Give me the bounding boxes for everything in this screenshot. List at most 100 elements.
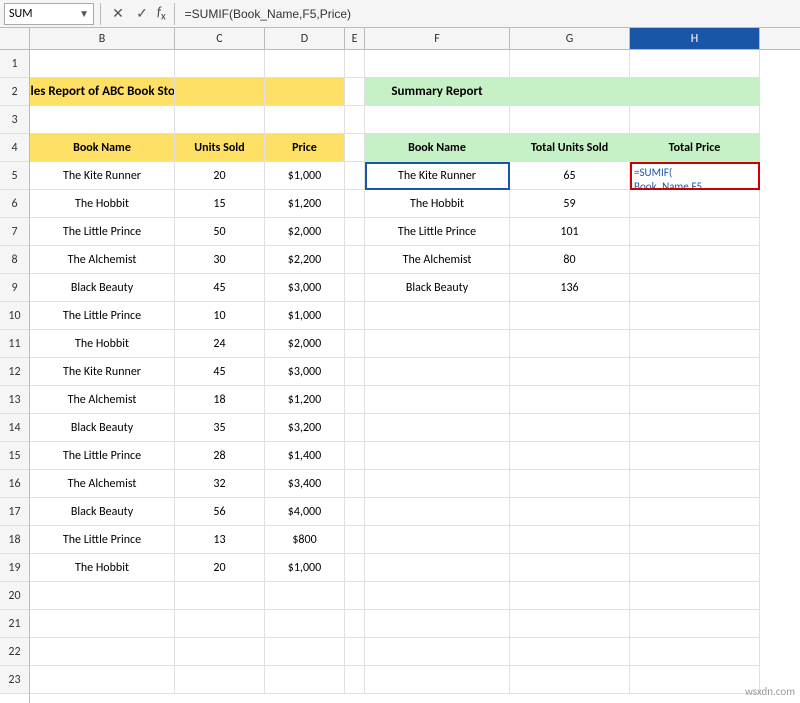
cell-e18[interactable] — [345, 526, 365, 554]
cell-g7[interactable]: 101 — [510, 218, 630, 246]
cell-b8[interactable]: The Alchemist — [30, 246, 175, 274]
cell-c13[interactable]: 18 — [175, 386, 265, 414]
cell-c15[interactable]: 28 — [175, 442, 265, 470]
cell-c7[interactable]: 50 — [175, 218, 265, 246]
cell-f17[interactable] — [365, 498, 510, 526]
cell-e21[interactable] — [345, 610, 365, 638]
cell-b9[interactable]: Black Beauty — [30, 274, 175, 302]
cell-c2-title[interactable] — [175, 78, 265, 106]
cell-h8[interactable] — [630, 246, 760, 274]
cell-b11[interactable]: The Hobbit — [30, 330, 175, 358]
cell-d9[interactable]: $3,000 — [265, 274, 345, 302]
cell-c23[interactable] — [175, 666, 265, 694]
cell-f6[interactable]: The Hobbit — [365, 190, 510, 218]
cell-b1[interactable] — [30, 50, 175, 78]
cell-e20[interactable] — [345, 582, 365, 610]
cell-f21[interactable] — [365, 610, 510, 638]
cell-d14[interactable]: $3,200 — [265, 414, 345, 442]
cell-b16[interactable]: The Alchemist — [30, 470, 175, 498]
cell-e13[interactable] — [345, 386, 365, 414]
cell-c9[interactable]: 45 — [175, 274, 265, 302]
cell-g15[interactable] — [510, 442, 630, 470]
cell-e15[interactable] — [345, 442, 365, 470]
cell-d21[interactable] — [265, 610, 345, 638]
cell-h22[interactable] — [630, 638, 760, 666]
cell-d23[interactable] — [265, 666, 345, 694]
cell-h7[interactable] — [630, 218, 760, 246]
cell-d2-title[interactable] — [265, 78, 345, 106]
cell-e9[interactable] — [345, 274, 365, 302]
cell-h12[interactable] — [630, 358, 760, 386]
cell-g14[interactable] — [510, 414, 630, 442]
cell-c20[interactable] — [175, 582, 265, 610]
cell-h18[interactable] — [630, 526, 760, 554]
cell-g3[interactable] — [510, 106, 630, 134]
cell-d19[interactable]: $1,000 — [265, 554, 345, 582]
cell-c21[interactable] — [175, 610, 265, 638]
cell-b23[interactable] — [30, 666, 175, 694]
cell-g11[interactable] — [510, 330, 630, 358]
cell-c10[interactable]: 10 — [175, 302, 265, 330]
cell-d12[interactable]: $3,000 — [265, 358, 345, 386]
cell-b20[interactable] — [30, 582, 175, 610]
cell-b19[interactable]: The Hobbit — [30, 554, 175, 582]
cell-e19[interactable] — [345, 554, 365, 582]
cell-f7[interactable]: The Little Prince — [365, 218, 510, 246]
cell-f4-header[interactable]: Book Name — [365, 134, 510, 162]
cell-d8[interactable]: $2,200 — [265, 246, 345, 274]
cell-e5[interactable] — [345, 162, 365, 190]
cell-h4-header[interactable]: Total Price — [630, 134, 760, 162]
cell-c4-header[interactable]: Units Sold — [175, 134, 265, 162]
cell-e10[interactable] — [345, 302, 365, 330]
cell-g19[interactable] — [510, 554, 630, 582]
cell-b3[interactable] — [30, 106, 175, 134]
cell-c22[interactable] — [175, 638, 265, 666]
cell-f22[interactable] — [365, 638, 510, 666]
cell-g1[interactable] — [510, 50, 630, 78]
cell-d17[interactable]: $4,000 — [265, 498, 345, 526]
cell-f23[interactable] — [365, 666, 510, 694]
cell-e12[interactable] — [345, 358, 365, 386]
cell-e23[interactable] — [345, 666, 365, 694]
cell-d3[interactable] — [265, 106, 345, 134]
cell-e16[interactable] — [345, 470, 365, 498]
cell-d11[interactable]: $2,000 — [265, 330, 345, 358]
cell-e3[interactable] — [345, 106, 365, 134]
cell-f3[interactable] — [365, 106, 510, 134]
cell-e8[interactable] — [345, 246, 365, 274]
cell-b10[interactable]: The Little Prince — [30, 302, 175, 330]
cell-h5-formula[interactable]: =SUMIF(Book_Name,F5,Price) — [630, 162, 760, 190]
cell-c5[interactable]: 20 — [175, 162, 265, 190]
cell-c11[interactable]: 24 — [175, 330, 265, 358]
name-box[interactable]: SUM ▼ — [4, 3, 94, 25]
cell-h11[interactable] — [630, 330, 760, 358]
cell-f16[interactable] — [365, 470, 510, 498]
cell-g13[interactable] — [510, 386, 630, 414]
cell-b15[interactable]: The Little Prince — [30, 442, 175, 470]
cell-e14[interactable] — [345, 414, 365, 442]
cell-h23[interactable] — [630, 666, 760, 694]
cell-g8[interactable]: 80 — [510, 246, 630, 274]
cell-c6[interactable]: 15 — [175, 190, 265, 218]
cell-b14[interactable]: Black Beauty — [30, 414, 175, 442]
cell-f2-title[interactable]: Summary Report — [365, 78, 510, 106]
cell-g20[interactable] — [510, 582, 630, 610]
cell-b5[interactable]: The Kite Runner — [30, 162, 175, 190]
cell-f12[interactable] — [365, 358, 510, 386]
cell-e17[interactable] — [345, 498, 365, 526]
cell-e4[interactable] — [345, 134, 365, 162]
cell-b17[interactable]: Black Beauty — [30, 498, 175, 526]
cell-f13[interactable] — [365, 386, 510, 414]
cell-g18[interactable] — [510, 526, 630, 554]
cell-g9[interactable]: 136 — [510, 274, 630, 302]
cell-c1[interactable] — [175, 50, 265, 78]
cell-d7[interactable]: $2,000 — [265, 218, 345, 246]
cell-b2-title[interactable]: Sales Report of ABC Book Store — [30, 78, 175, 106]
cell-c17[interactable]: 56 — [175, 498, 265, 526]
cell-d18[interactable]: $800 — [265, 526, 345, 554]
cell-f19[interactable] — [365, 554, 510, 582]
cell-h16[interactable] — [630, 470, 760, 498]
cell-h1[interactable] — [630, 50, 760, 78]
cell-h3[interactable] — [630, 106, 760, 134]
cell-f14[interactable] — [365, 414, 510, 442]
